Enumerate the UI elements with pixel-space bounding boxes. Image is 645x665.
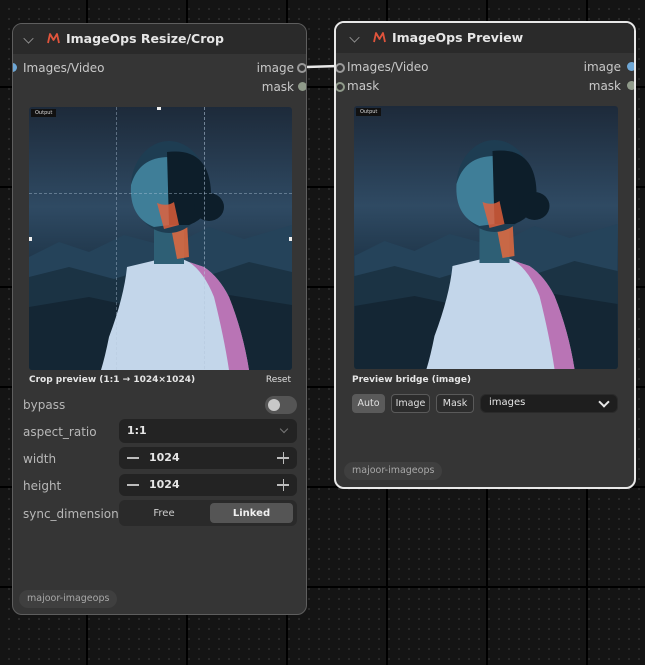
output-slot-image-label: image	[256, 61, 294, 75]
input-slot-images-label: Images/Video	[347, 60, 429, 74]
preview-bridge-label: Preview bridge (image)	[352, 375, 472, 385]
height-stepper[interactable]: 1024	[119, 474, 297, 496]
mode-image-button[interactable]: Image	[391, 394, 430, 413]
input-slot-images-dot[interactable]	[13, 63, 17, 72]
node-badge: majoor-imageops	[19, 590, 118, 608]
crop-handle-right[interactable]	[289, 237, 292, 241]
crop-handle-top[interactable]	[157, 107, 161, 110]
bridge-select[interactable]: images	[480, 394, 618, 413]
output-slot-mask-label: mask	[588, 79, 621, 93]
increment-icon-vertical	[282, 479, 284, 491]
node-header[interactable]: ImageOps Preview	[336, 23, 634, 53]
node-title: ImageOps Preview	[392, 30, 524, 45]
bridge-select-value: images	[489, 397, 526, 408]
sync-dimensions-label: sync_dimensions	[23, 507, 125, 521]
crop-handle-left[interactable]	[29, 237, 32, 241]
decrement-icon[interactable]	[127, 457, 139, 459]
reset-button[interactable]: Reset	[266, 375, 291, 385]
width-label: width	[23, 452, 57, 466]
input-slot-mask-label: mask	[347, 79, 380, 93]
aspect-ratio-label: aspect_ratio	[23, 425, 97, 439]
output-slot-mask-dot[interactable]	[627, 81, 634, 90]
crop-preview-image[interactable]: Output	[29, 107, 292, 370]
height-label: height	[23, 479, 62, 493]
input-slot-images-dot[interactable]	[336, 63, 345, 73]
aspect-ratio-value: 1:1	[127, 424, 147, 437]
input-slot-images-label: Images/Video	[23, 61, 105, 75]
output-slot-image-dot[interactable]	[627, 62, 634, 71]
increment-icon-vertical	[282, 452, 284, 464]
mountain-backdrop	[354, 140, 618, 369]
bypass-toggle[interactable]	[265, 396, 297, 414]
mode-auto-button[interactable]: Auto	[352, 394, 385, 413]
imageops-resize-crop-node[interactable]: ImageOps Resize/Crop Images/Video image …	[12, 23, 307, 615]
node-badge: majoor-imageops	[344, 462, 443, 480]
crop-guide-box[interactable]	[29, 107, 205, 369]
height-value[interactable]: 1024	[149, 478, 180, 491]
output-slot-mask-dot[interactable]	[298, 82, 306, 91]
sync-option-free[interactable]: Free	[123, 503, 205, 523]
majoor-logo-icon	[47, 33, 60, 44]
node-header[interactable]: ImageOps Resize/Crop	[13, 24, 306, 54]
decrement-icon[interactable]	[127, 484, 139, 486]
input-slot-mask-dot[interactable]	[336, 82, 345, 92]
preview-image: Output	[354, 106, 618, 369]
collapse-chevron-icon[interactable]	[23, 33, 34, 44]
sync-dimensions-segmented[interactable]: Free Linked	[119, 500, 297, 526]
chevron-down-icon	[598, 396, 610, 408]
mode-mask-button[interactable]: Mask	[436, 394, 474, 413]
output-slot-image-label: image	[583, 60, 621, 74]
aspect-ratio-select[interactable]: 1:1	[119, 419, 297, 443]
crop-guide-vertical	[116, 107, 117, 370]
imageops-preview-node[interactable]: ImageOps Preview Images/Video mask image…	[334, 21, 636, 489]
bypass-label: bypass	[23, 398, 66, 412]
crop-preview-label: Crop preview (1:1 → 1024×1024)	[29, 375, 196, 385]
output-slot-image-dot[interactable]	[297, 63, 306, 73]
width-value[interactable]: 1024	[149, 451, 180, 464]
majoor-logo-icon	[373, 32, 386, 43]
output-tag: Output	[356, 108, 382, 116]
node-title: ImageOps Resize/Crop	[66, 31, 224, 46]
width-stepper[interactable]: 1024	[119, 447, 297, 469]
chevron-down-icon	[279, 424, 289, 434]
sync-option-linked[interactable]: Linked	[210, 503, 293, 523]
crop-guide-horizontal	[29, 193, 292, 194]
collapse-chevron-icon[interactable]	[349, 32, 360, 43]
output-slot-mask-label: mask	[261, 80, 294, 94]
